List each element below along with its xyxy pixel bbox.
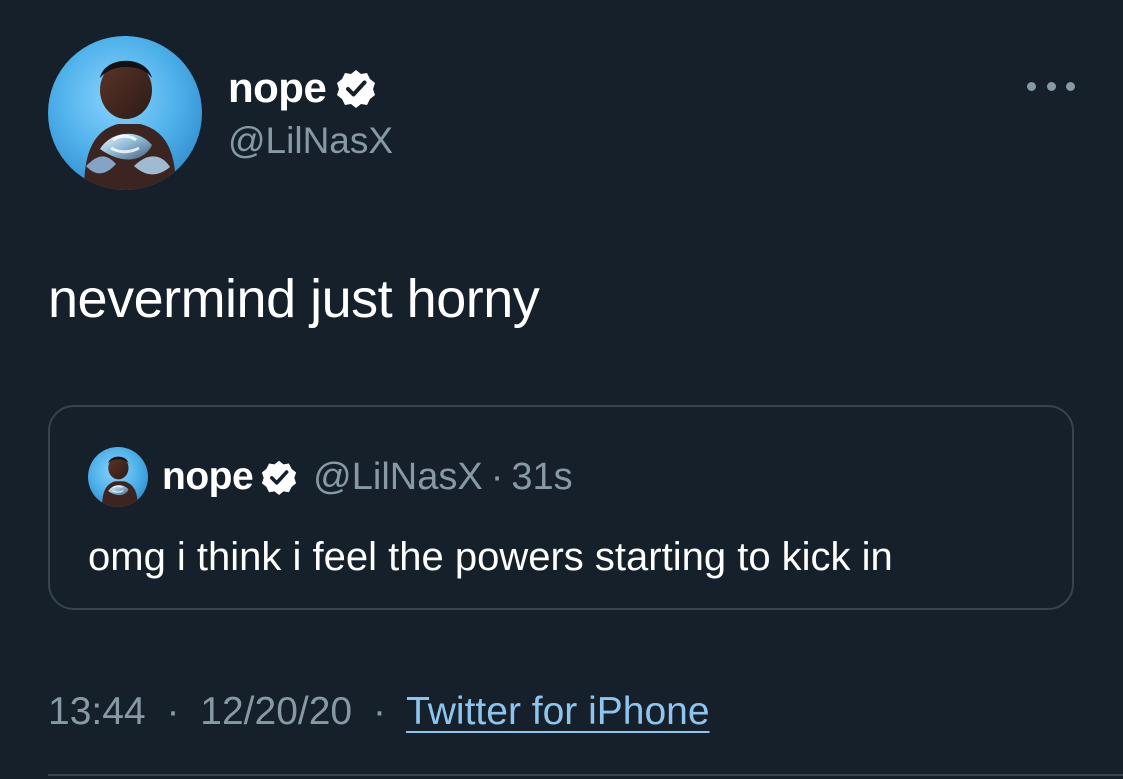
tweet-divider xyxy=(48,774,1123,776)
tweet-metadata: 13:44 · 12/20/20 · Twitter for iPhone xyxy=(48,688,710,736)
profile-photo-icon xyxy=(48,36,202,190)
more-dot xyxy=(1027,81,1036,91)
profile-photo-icon xyxy=(88,447,148,507)
author-display-name[interactable]: nope xyxy=(228,67,327,109)
tweet-detail: nope @LilNasX nevermind just horny nope … xyxy=(0,0,1123,779)
tweet-text: nevermind just horny xyxy=(48,269,540,329)
quoted-author-display-name: nope xyxy=(162,455,254,498)
quoted-tweet-header: nope @LilNasX · 31s xyxy=(88,447,573,507)
author-handle[interactable]: @LilNasX xyxy=(228,122,393,159)
tweet-source-link[interactable]: Twitter for iPhone xyxy=(406,690,709,733)
author-name-row[interactable]: nope xyxy=(228,62,376,114)
meta-separator: · xyxy=(372,690,386,733)
more-dot xyxy=(1046,81,1056,91)
tweet-time: 13:44 xyxy=(48,690,146,733)
quoted-tweet-separator: · xyxy=(490,455,504,498)
quoted-tweet-text: omg i think i feel the powers starting t… xyxy=(88,535,893,579)
author-avatar[interactable] xyxy=(48,36,202,190)
meta-separator: · xyxy=(166,690,180,733)
verified-badge-icon xyxy=(262,460,297,495)
tweet-date: 12/20/20 xyxy=(200,690,353,733)
quoted-author-avatar xyxy=(88,447,148,507)
quoted-tweet-card[interactable]: nope @LilNasX · 31s omg i think i feel t… xyxy=(48,405,1074,610)
more-dot xyxy=(1066,81,1075,91)
quoted-author-handle: @LilNasX xyxy=(313,455,483,498)
more-options-icon[interactable] xyxy=(1027,74,1075,98)
quoted-tweet-age: 31s xyxy=(511,455,573,498)
verified-badge-icon xyxy=(337,70,376,108)
